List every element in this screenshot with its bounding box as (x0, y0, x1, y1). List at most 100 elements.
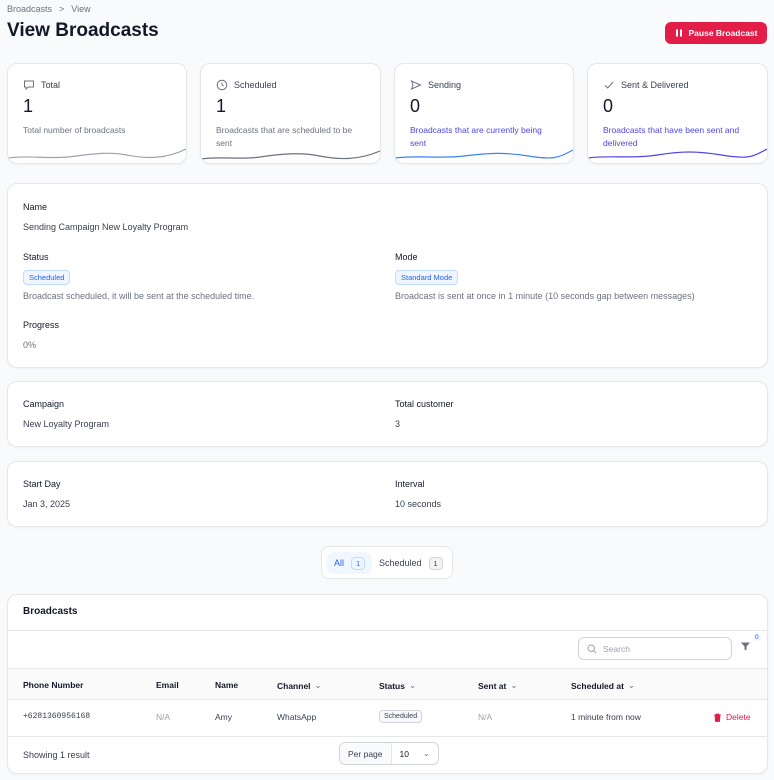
cell-phone: +6281360956168 (23, 712, 91, 721)
chevron-down-icon: ⌄ (408, 680, 417, 690)
campaign-label: Campaign (23, 399, 65, 409)
trash-icon (714, 713, 721, 722)
tab-label: Scheduled (379, 558, 422, 568)
status-label: Status (23, 252, 49, 262)
table-footer: Showing 1 result Per page 10 ⌄ (8, 737, 767, 773)
name-value: Sending Campaign New Loyalty Program (23, 222, 189, 232)
table-row: +6281360956168 N/A Amy WhatsApp Schedule… (8, 700, 767, 736)
total-customer-label: Total customer (395, 399, 454, 409)
search-icon (587, 643, 597, 653)
column-header-sent-at[interactable]: Sent at ⌄ (478, 680, 517, 691)
stat-value: 1 (216, 96, 227, 116)
breadcrumb-link-broadcasts[interactable]: Broadcasts (7, 4, 52, 14)
cell-channel: WhatsApp (277, 712, 317, 722)
pause-broadcast-button[interactable]: Pause Broadcast (665, 22, 767, 44)
tab-count-badge: 1 (351, 556, 366, 570)
stat-label: Sending (428, 80, 462, 90)
start-day-value: Jan 3, 2025 (23, 499, 71, 509)
broadcast-details-card: Name Sending Campaign New Loyalty Progra… (7, 183, 768, 368)
sparkline (8, 148, 186, 159)
stat-card-sent-delivered: Sent & Delivered 0 Broadcasts that have … (587, 63, 768, 164)
tab-all[interactable]: All 1 (327, 552, 373, 574)
column-header-email: Email (156, 680, 179, 690)
breadcrumb-separator-icon: > (59, 4, 65, 14)
sparkline (201, 150, 380, 160)
stat-description: Total number of broadcasts (23, 125, 126, 135)
chevron-down-icon: ⌄ (510, 680, 518, 690)
delete-label: Delete (726, 712, 751, 722)
sparkline (588, 148, 767, 159)
start-day-label: Start Day (23, 479, 61, 489)
pause-broadcast-label: Pause Broadcast (688, 28, 758, 38)
breadcrumb-current: View (71, 4, 91, 14)
filter-icon (741, 642, 750, 651)
progress-label: Progress (23, 320, 60, 330)
table-heading: Broadcasts (23, 606, 78, 617)
column-label: Phone Number (23, 680, 84, 690)
delete-button[interactable]: Delete (713, 712, 751, 722)
send-icon (410, 80, 422, 90)
clock-icon (216, 79, 228, 91)
column-header-name: Name (215, 680, 238, 690)
stat-label: Total (41, 80, 61, 90)
chevron-down-icon: ⌄ (422, 748, 430, 758)
per-page-value: 10 (399, 748, 409, 759)
results-summary: Showing 1 result (23, 750, 90, 760)
chevron-down-icon: ⌄ (627, 680, 636, 690)
tab-scheduled[interactable]: Scheduled 1 (372, 552, 450, 574)
tab-count-badge: 1 (428, 556, 443, 570)
campaign-value: New Loyalty Program (23, 419, 110, 429)
stat-label: Scheduled (234, 80, 277, 90)
pause-icon (675, 29, 682, 37)
sparkline (395, 149, 573, 159)
column-label: Email (156, 680, 179, 690)
total-customer-value: 3 (395, 419, 401, 429)
mode-label: Mode (395, 252, 418, 262)
stat-value: 0 (410, 96, 421, 116)
cell-email: N/A (156, 712, 171, 722)
per-page-label: Per page (340, 743, 392, 764)
column-header-scheduled-at[interactable]: Scheduled at ⌄ (571, 680, 635, 691)
broadcasts-table-card: Broadcasts 0 Phone Number Email Name Cha… (7, 594, 768, 774)
stat-card-sending: Sending 0 Broadcasts that are currently … (394, 63, 574, 164)
column-label: Sent at (478, 680, 507, 691)
column-label: Channel (277, 680, 311, 691)
search-input[interactable] (603, 643, 723, 654)
mode-description: Broadcast is sent at once in 1 minute (1… (395, 291, 695, 301)
cell-scheduled-at: 1 minute from now (571, 712, 641, 722)
breadcrumb: Broadcasts > View (7, 4, 91, 14)
chevron-down-icon: ⌄ (314, 680, 322, 690)
check-icon (604, 81, 614, 89)
column-header-channel[interactable]: Channel ⌄ (277, 680, 322, 691)
column-label: Status (379, 680, 405, 691)
schedule-card: Start Day Jan 3, 2025 Interval 10 second… (7, 461, 768, 527)
stat-label: Sent & Delivered (621, 80, 689, 90)
interval-value: 10 seconds (395, 499, 442, 509)
chat-bubble-icon (24, 80, 34, 91)
column-header-status[interactable]: Status ⌄ (379, 680, 416, 691)
status-tabs: All 1 Scheduled 1 (321, 546, 453, 579)
interval-label: Interval (395, 479, 425, 489)
page-title: View Broadcasts (7, 20, 159, 41)
cell-sent-at: N/A (478, 712, 493, 722)
name-label: Name (23, 202, 48, 212)
column-label: Name (215, 680, 239, 690)
tab-label: All (334, 558, 345, 568)
per-page-select[interactable]: Per page 10 ⌄ (339, 742, 439, 765)
stat-card-total: Total 1 Total number of broadcasts (7, 63, 187, 164)
search-box (578, 637, 732, 660)
cell-status-badge: Scheduled (379, 710, 423, 723)
stat-value: 0 (603, 96, 614, 116)
table-toolbar: 0 (8, 630, 767, 670)
campaign-card: Campaign New Loyalty Program Total custo… (7, 381, 768, 447)
progress-value: 0% (23, 340, 37, 350)
mode-badge: Standard Mode (395, 270, 459, 285)
filter-count-badge: 0 (753, 634, 761, 641)
cell-name: Amy (215, 712, 232, 722)
column-label: Scheduled at (571, 680, 624, 691)
stat-card-scheduled: Scheduled 1 Broadcasts that are schedule… (200, 63, 381, 164)
filter-button[interactable] (740, 641, 751, 654)
column-header-phone: Phone Number (23, 680, 83, 690)
status-badge: Scheduled (23, 270, 71, 285)
stat-value: 1 (23, 96, 34, 116)
